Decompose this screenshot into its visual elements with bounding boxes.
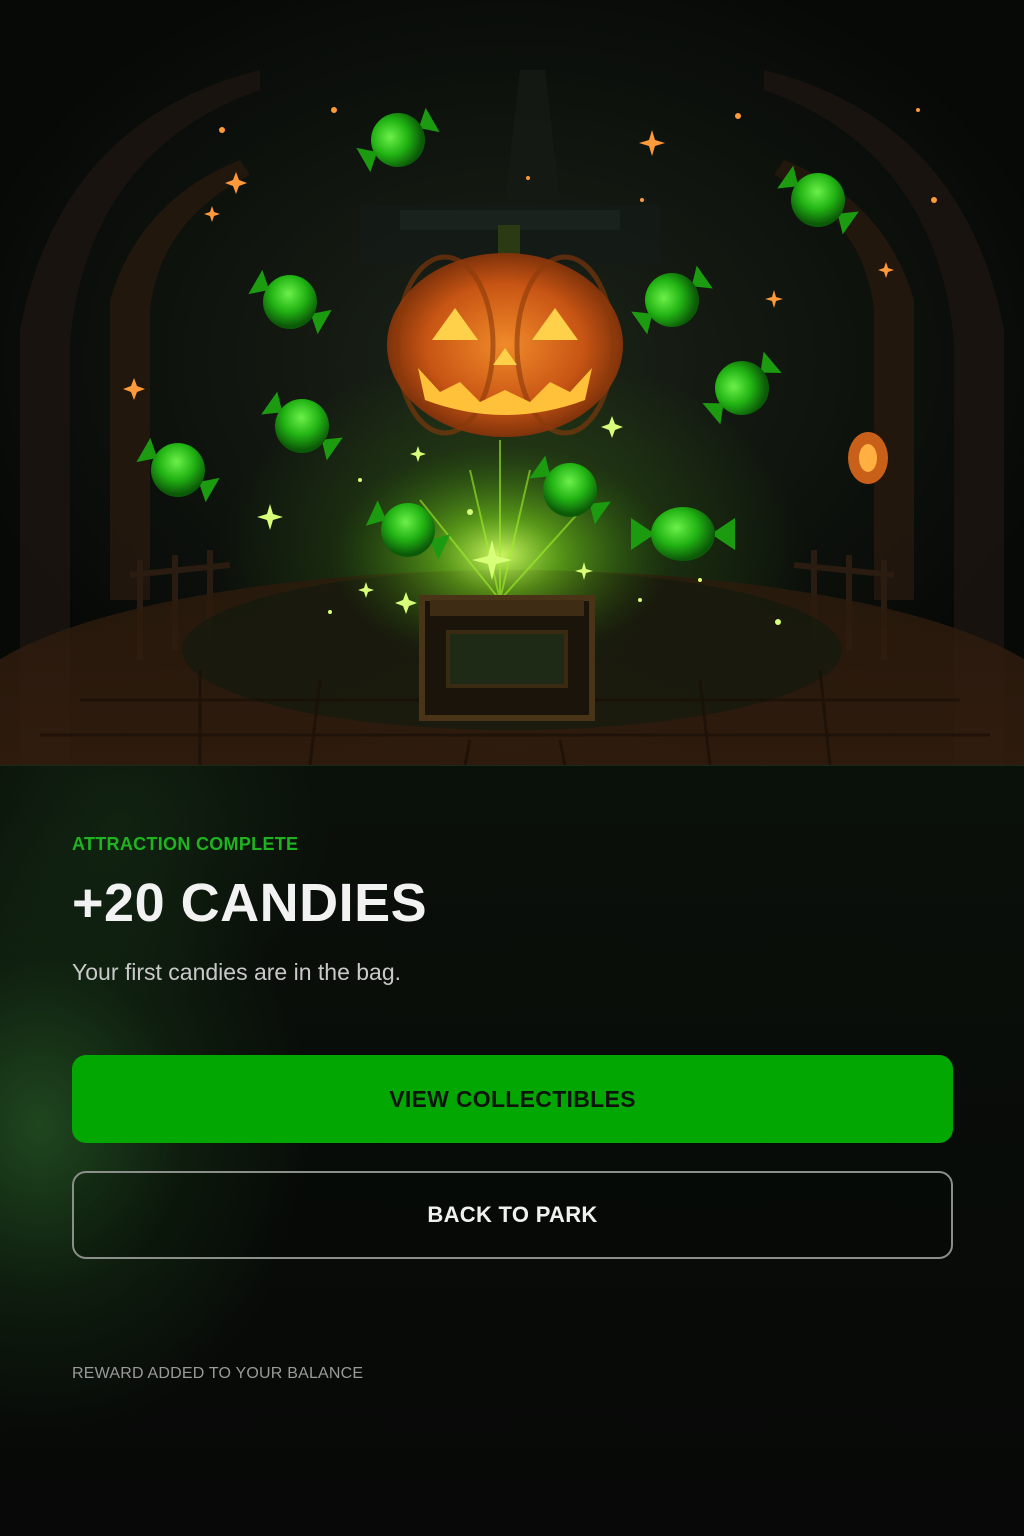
pumpkin-candy-chest-scene (0, 70, 1024, 765)
reward-footnote: REWARD ADDED TO YOUR BALANCE (72, 1365, 364, 1382)
reward-screen: ATTRACTION COMPLETE +20 CANDIES Your fir… (0, 0, 1024, 1536)
candy-icon (631, 265, 713, 335)
candy-icon (702, 351, 782, 425)
reward-message: Your first candies are in the bag. (72, 959, 402, 985)
lantern-icon (848, 432, 888, 484)
treasure-chest-icon (419, 595, 595, 721)
reward-title: +20 CANDIES (72, 873, 428, 933)
candy-icon (261, 391, 343, 461)
hero-illustration (0, 0, 1024, 765)
back-to-park-button[interactable]: BACK TO PARK (72, 1171, 953, 1259)
view-collectibles-button[interactable]: VIEW COLLECTIBLES (72, 1055, 953, 1143)
candy-icon (356, 107, 440, 173)
status-eyebrow: ATTRACTION COMPLETE (72, 834, 299, 854)
candy-icon (248, 269, 332, 335)
